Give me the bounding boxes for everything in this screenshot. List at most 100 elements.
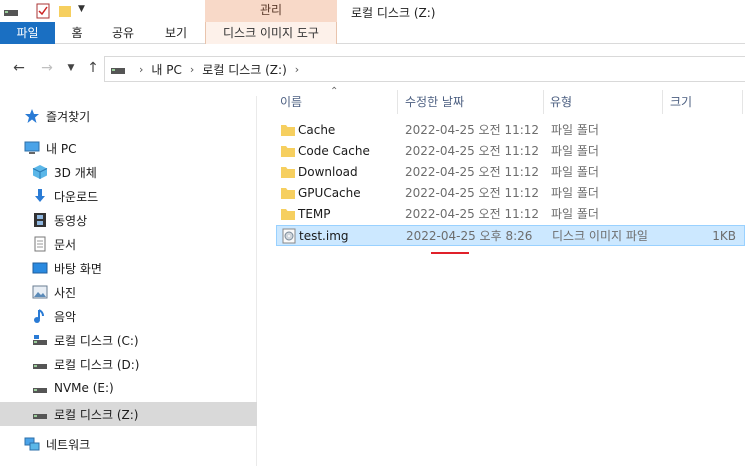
context-group-label: 관리 [205, 0, 337, 22]
chevron-right-icon[interactable]: › [295, 63, 299, 76]
nav-item-music[interactable]: 음악 [0, 304, 257, 328]
column-divider[interactable] [543, 90, 544, 114]
file-row[interactable]: GPUCache 2022-04-25 오전 11:12 파일 폴더 [276, 183, 745, 204]
nav-item-downloads[interactable]: 다운로드 [0, 184, 257, 208]
nav-item-videos[interactable]: 동영상 [0, 208, 257, 232]
file-name: Download [298, 165, 358, 179]
tab-view[interactable]: 보기 [155, 22, 197, 44]
computer-icon [24, 140, 40, 156]
column-header: ⌃ 이름 수정한 날짜 유형 크기 [276, 86, 745, 114]
file-date: 2022-04-25 오전 11:12 [405, 165, 540, 179]
folder-icon [280, 122, 296, 138]
network-icon [24, 436, 40, 452]
file-list: ⌃ 이름 수정한 날짜 유형 크기 Cache 2022-04-25 오전 11… [276, 86, 745, 466]
file-date: 2022-04-25 오후 8:26 [406, 229, 533, 243]
tab-share[interactable]: 공유 [104, 22, 142, 44]
desktop-icon [32, 260, 48, 276]
nav-item-drive-e[interactable]: NVMe (E:) [0, 376, 257, 400]
quick-access-toolbar: ▼ [4, 3, 88, 19]
breadcrumb-drive-z[interactable]: 로컬 디스크 (Z:) [202, 61, 286, 78]
tab-file[interactable]: 파일 [0, 22, 55, 44]
file-date: 2022-04-25 오전 11:12 [405, 207, 540, 221]
film-icon [32, 212, 48, 228]
file-row[interactable]: Code Cache 2022-04-25 오전 11:12 파일 폴더 [276, 141, 745, 162]
tab-home[interactable]: 홈 [62, 22, 92, 44]
document-icon [32, 236, 48, 252]
column-type[interactable]: 유형 [546, 90, 662, 114]
nav-item-label: 내 PC [46, 141, 77, 156]
file-type: 파일 폴더 [551, 123, 599, 137]
recent-locations-chevron-icon[interactable]: ▼ [62, 59, 80, 77]
file-name: TEMP [298, 207, 331, 221]
file-type: 파일 폴더 [551, 165, 599, 179]
file-name: test.img [299, 229, 349, 243]
nav-item-label: 사진 [54, 285, 77, 300]
file-type: 파일 폴더 [551, 186, 599, 200]
folder-icon [280, 143, 296, 159]
file-row[interactable]: Download 2022-04-25 오전 11:12 파일 폴더 [276, 162, 745, 183]
nav-item-label: 다운로드 [54, 189, 99, 204]
cube-icon [32, 164, 48, 180]
file-name: Code Cache [298, 144, 370, 158]
navigation-pane: 즐겨찾기 내 PC 3D 개체 다운로드 동영상 문서 바탕 화면 사진 음악 … [0, 96, 257, 466]
drive-icon [32, 380, 48, 396]
nav-item-desktop[interactable]: 바탕 화면 [0, 256, 257, 280]
file-row[interactable]: Cache 2022-04-25 오전 11:12 파일 폴더 [276, 120, 745, 141]
nav-item-label: NVMe (E:) [54, 381, 114, 395]
file-type: 파일 폴더 [551, 207, 599, 221]
file-row[interactable]: test.img 2022-04-25 오후 8:26 디스크 이미지 파일 1… [276, 225, 745, 246]
nav-item-label: 음악 [54, 309, 77, 324]
nav-item-this-pc[interactable]: 내 PC [0, 136, 257, 160]
nav-item-drive-z[interactable]: 로컬 디스크 (Z:) [0, 402, 257, 426]
file-size: 1KB [712, 229, 736, 243]
column-name[interactable]: 이름 [276, 90, 397, 114]
file-date: 2022-04-25 오전 11:12 [405, 186, 540, 200]
window-title: 로컬 디스크 (Z:) [351, 6, 436, 20]
annotation-underline [431, 252, 469, 254]
music-icon [32, 308, 48, 324]
column-divider[interactable] [742, 90, 743, 114]
nav-item-3d-objects[interactable]: 3D 개체 [0, 160, 257, 184]
nav-item-drive-c[interactable]: 로컬 디스크 (C:) [0, 328, 257, 352]
column-date-modified[interactable]: 수정한 날짜 [401, 90, 543, 114]
column-size[interactable]: 크기 [666, 90, 742, 114]
folder-icon [280, 164, 296, 180]
nav-item-network[interactable]: 네트워크 [0, 432, 257, 456]
nav-item-label: 로컬 디스크 (Z:) [54, 407, 139, 422]
nav-item-label: 동영상 [54, 213, 88, 228]
drive-icon[interactable] [4, 6, 18, 16]
download-icon [32, 188, 48, 204]
file-name: GPUCache [298, 186, 361, 200]
properties-icon[interactable] [36, 3, 50, 19]
back-arrow-icon[interactable]: ← [10, 59, 28, 77]
file-date: 2022-04-25 오전 11:12 [405, 123, 540, 137]
up-arrow-icon[interactable]: ↑ [84, 59, 102, 77]
nav-item-label: 로컬 디스크 (C:) [54, 333, 139, 348]
folder-icon [280, 185, 296, 201]
disc-image-icon [281, 228, 297, 244]
nav-item-documents[interactable]: 문서 [0, 232, 257, 256]
column-divider[interactable] [662, 90, 663, 114]
file-name: Cache [298, 123, 336, 137]
nav-item-label: 문서 [54, 237, 77, 252]
chevron-right-icon[interactable]: › [139, 63, 143, 76]
column-divider[interactable] [397, 90, 398, 114]
drive-icon [32, 332, 48, 348]
breadcrumb-this-pc[interactable]: 내 PC [151, 61, 181, 78]
nav-item-label: 네트워크 [46, 437, 91, 452]
tab-disk-image-tools[interactable]: 디스크 이미지 도구 [205, 22, 337, 44]
nav-item-quick-access[interactable]: 즐겨찾기 [0, 104, 257, 128]
qat-dropdown-icon[interactable]: ▼ [78, 4, 88, 18]
nav-item-drive-d[interactable]: 로컬 디스크 (D:) [0, 352, 257, 376]
file-date: 2022-04-25 오전 11:12 [405, 144, 540, 158]
forward-arrow-icon[interactable]: → [38, 59, 56, 77]
folder-icon [280, 206, 296, 222]
new-folder-icon[interactable] [58, 4, 72, 18]
address-bar[interactable]: › 내 PC › 로컬 디스크 (Z:) › [104, 56, 745, 82]
ribbon-tabs: 파일 홈 공유 보기 디스크 이미지 도구 [0, 22, 745, 44]
file-row[interactable]: TEMP 2022-04-25 오전 11:12 파일 폴더 [276, 204, 745, 225]
chevron-right-icon[interactable]: › [190, 63, 194, 76]
nav-item-pictures[interactable]: 사진 [0, 280, 257, 304]
nav-item-label: 3D 개체 [54, 165, 97, 180]
picture-icon [32, 284, 48, 300]
